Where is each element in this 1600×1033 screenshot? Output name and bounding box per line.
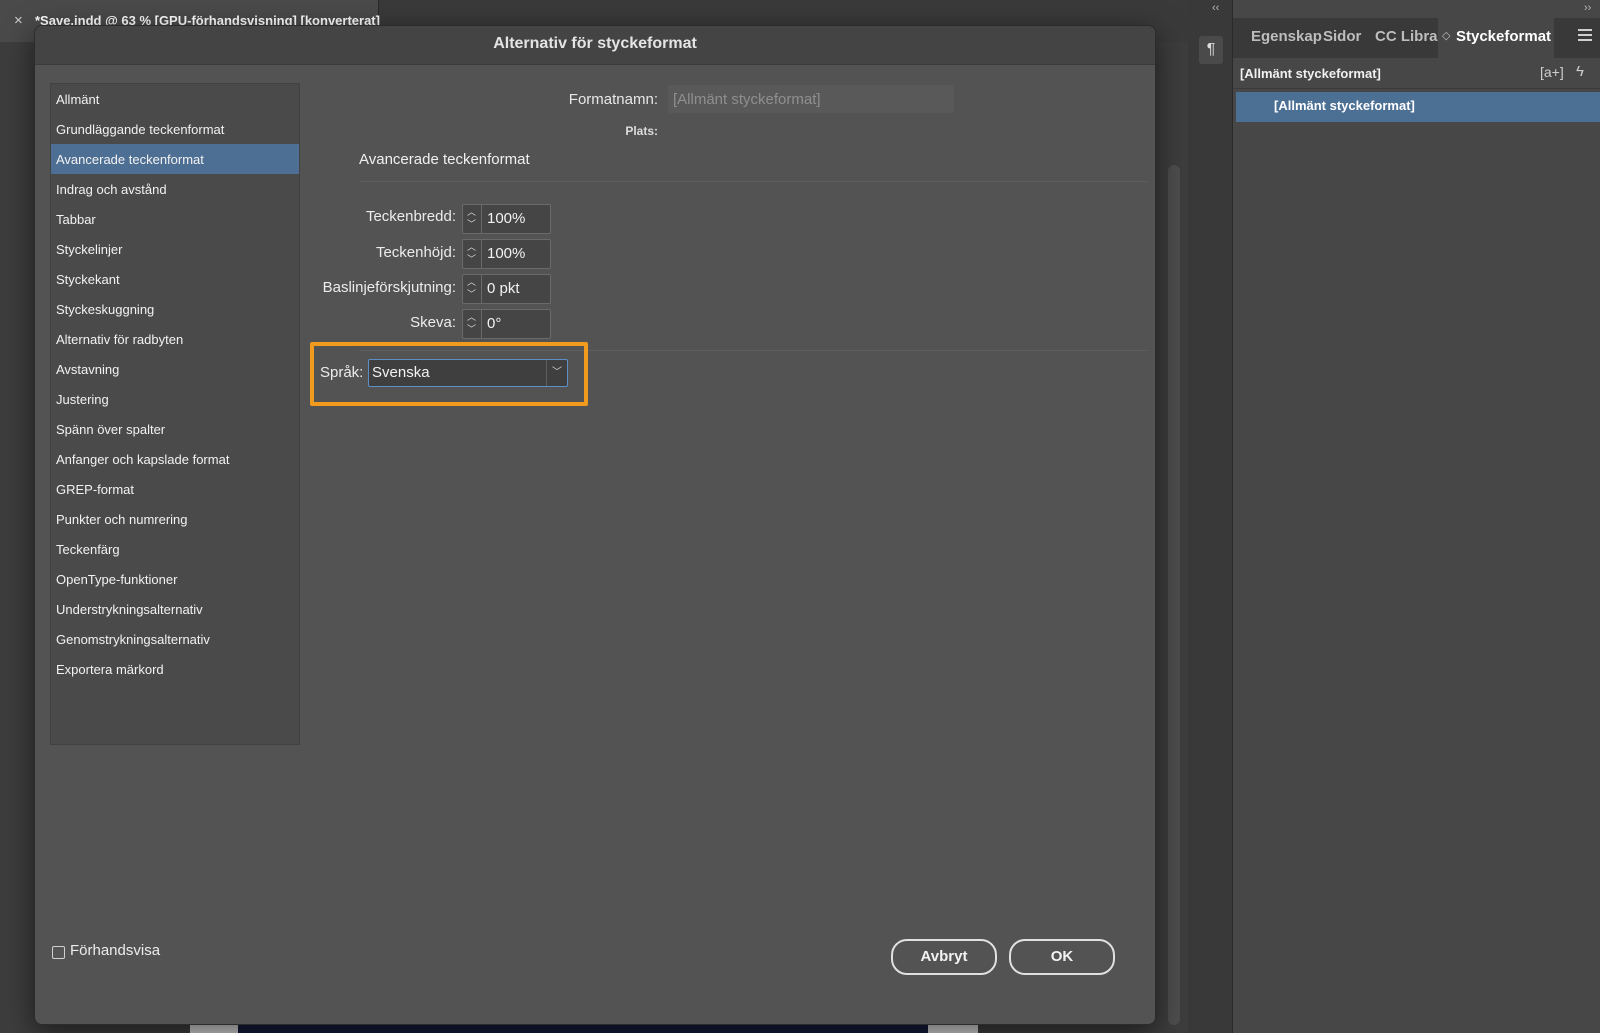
panel-divider	[1233, 88, 1600, 89]
cancel-button[interactable]: Avbryt	[891, 939, 997, 975]
chevron-down-icon[interactable]: ﹀	[467, 255, 476, 264]
character-height-input[interactable]: 100%	[482, 239, 551, 269]
cancel-button-label: Avbryt	[920, 948, 968, 965]
category-item-label: Punkter och numrering	[56, 512, 188, 527]
character-width-label: Teckenbredd:	[365, 208, 456, 225]
category-item-label: OpenType-funktioner	[56, 572, 178, 587]
category-item-allmant[interactable]: Allmänt	[51, 84, 299, 114]
baseline-shift-stepper[interactable]: ︿ ﹀	[462, 274, 482, 304]
category-item-label: Allmänt	[56, 92, 100, 107]
paragraph-styles-icon[interactable]: ¶	[1199, 36, 1223, 64]
baseline-shift-label: Baslinjeförskjutning:	[322, 279, 456, 296]
category-item-label: Justering	[56, 392, 109, 407]
chevron-up-icon[interactable]: ︿	[467, 313, 476, 322]
panel-menu-icon[interactable]	[1578, 29, 1592, 41]
format-name-field[interactable]: [Allmänt styckeformat]	[668, 85, 954, 113]
chevron-down-icon[interactable]: ﹀	[467, 325, 476, 334]
character-width-input[interactable]: 100%	[482, 204, 551, 234]
category-item-opentype-funktioner[interactable]: OpenType-funktioner	[51, 564, 299, 594]
category-list: Allmänt Grundläggande teckenformat Avanc…	[50, 83, 300, 745]
tab-egenskaper[interactable]: Egenskap	[1251, 28, 1322, 45]
category-item-label: Styckelinjer	[56, 242, 123, 257]
paragraph-style-options-dialog: Alternativ för styckeformat Allmänt Grun…	[34, 25, 1156, 1025]
tab-styckeformat[interactable]: ◇ Styckeformat	[1438, 18, 1554, 58]
baseline-shift-value: 0 pkt	[487, 280, 520, 297]
vertical-scrollbar[interactable]	[1168, 165, 1180, 1025]
category-item-punkter-och-numrering[interactable]: Punkter och numrering	[51, 504, 299, 534]
skew-label: Skeva:	[410, 314, 456, 331]
character-height-label: Teckenhöjd:	[375, 244, 456, 261]
skew-input[interactable]: 0°	[482, 309, 551, 339]
category-item-indrag-och-avstand[interactable]: Indrag och avstånd	[51, 174, 299, 204]
category-item-avancerade-teckenformat[interactable]: Avancerade teckenformat	[51, 144, 299, 174]
category-item-grep-format[interactable]: GREP-format	[51, 474, 299, 504]
category-item-understrykningsalternativ[interactable]: Understrykningsalternativ	[51, 594, 299, 624]
category-item-teckenfarg[interactable]: Teckenfärg	[51, 534, 299, 564]
category-item-label: Anfanger och kapslade format	[56, 452, 230, 467]
style-list-item-label: [Allmänt styckeformat]	[1274, 98, 1415, 113]
tab-cc-libraries[interactable]: CC Librar	[1375, 28, 1443, 45]
new-style-group-icon[interactable]: [a+]	[1540, 64, 1564, 80]
skew-value: 0°	[487, 315, 502, 332]
category-item-label: Avstavning	[56, 362, 120, 377]
category-item-label: Tabbar	[56, 212, 96, 227]
category-item-spann-over-spalter[interactable]: Spänn över spalter	[51, 414, 299, 444]
character-height-stepper[interactable]: ︿ ﹀	[462, 239, 482, 269]
category-item-avstavning[interactable]: Avstavning	[51, 354, 299, 384]
paragraph-styles-panel	[1233, 0, 1600, 1033]
collapse-right-icon[interactable]: ››	[1584, 2, 1591, 14]
chevron-down-icon[interactable]: ﹀	[546, 360, 567, 386]
character-width-value: 100%	[487, 210, 526, 227]
category-item-label: Grundläggande teckenformat	[56, 122, 225, 137]
category-item-label: Understrykningsalternativ	[56, 602, 203, 617]
language-label: Språk:	[320, 364, 364, 381]
language-select-value: Svenska	[372, 364, 430, 381]
category-item-grundlaggande-teckenformat[interactable]: Grundläggande teckenformat	[51, 114, 299, 144]
chevron-up-icon[interactable]: ︿	[467, 208, 476, 217]
category-item-label: Teckenfärg	[56, 542, 120, 557]
close-tab-icon[interactable]: ×	[14, 12, 23, 29]
category-item-label: GREP-format	[56, 482, 135, 497]
current-style-label: [Allmänt styckeformat]	[1240, 66, 1381, 81]
category-item-genomstrykningsalternativ[interactable]: Genomstrykningsalternativ	[51, 624, 299, 654]
dialog-title: Alternativ för styckeformat	[493, 35, 697, 52]
category-item-label: Indrag och avstånd	[56, 182, 167, 197]
format-name-label: Formatnamn:	[568, 91, 658, 108]
chevron-down-icon[interactable]: ﹀	[467, 220, 476, 229]
category-item-anfanger-och-kapslade-format[interactable]: Anfanger och kapslade format	[51, 444, 299, 474]
skew-stepper[interactable]: ︿ ﹀	[462, 309, 482, 339]
format-name-value: [Allmänt styckeformat]	[673, 91, 821, 108]
tab-styckeformat-label: Styckeformat	[1456, 28, 1552, 45]
chevron-down-icon[interactable]: ﹀	[467, 290, 476, 299]
preview-label[interactable]: Förhandsvisa	[70, 942, 160, 959]
section-title: Avancerade teckenformat	[359, 151, 530, 168]
tab-arrange-icon: ◇	[1442, 30, 1451, 42]
ok-button-label: OK	[1050, 948, 1074, 965]
character-height-value: 100%	[487, 245, 526, 262]
collapse-left-icon[interactable]: ‹‹	[1212, 2, 1219, 14]
tab-sidor[interactable]: Sidor	[1323, 28, 1361, 45]
category-item-label: Avancerade teckenformat	[56, 152, 204, 167]
category-item-label: Spänn över spalter	[56, 422, 166, 437]
location-label: Plats:	[625, 124, 658, 138]
category-item-justering[interactable]: Justering	[51, 384, 299, 414]
ok-button[interactable]: OK	[1009, 939, 1115, 975]
category-item-label: Styckeskuggning	[56, 302, 155, 317]
tool-strip	[1188, 0, 1233, 1033]
preview-checkbox[interactable]	[52, 946, 65, 959]
dialog-titlebar[interactable]: Alternativ för styckeformat	[35, 26, 1155, 65]
chevron-up-icon[interactable]: ︿	[467, 243, 476, 252]
character-width-stepper[interactable]: ︿ ﹀	[462, 204, 482, 234]
category-item-label: Genomstrykningsalternativ	[56, 632, 210, 647]
quick-apply-icon[interactable]: ϟ	[1576, 63, 1584, 80]
chevron-up-icon[interactable]: ︿	[467, 278, 476, 287]
section-divider	[359, 181, 1147, 182]
category-item-label: Exportera märkord	[56, 662, 164, 677]
category-item-label: Alternativ för radbyten	[56, 332, 184, 347]
category-item-label: Styckekant	[56, 272, 120, 287]
category-item-exportera-markord[interactable]: Exportera märkord	[51, 654, 299, 684]
baseline-shift-input[interactable]: 0 pkt	[482, 274, 551, 304]
language-select[interactable]: Svenska ﹀	[368, 359, 568, 387]
style-list-item[interactable]: [Allmänt styckeformat]	[1236, 92, 1600, 122]
